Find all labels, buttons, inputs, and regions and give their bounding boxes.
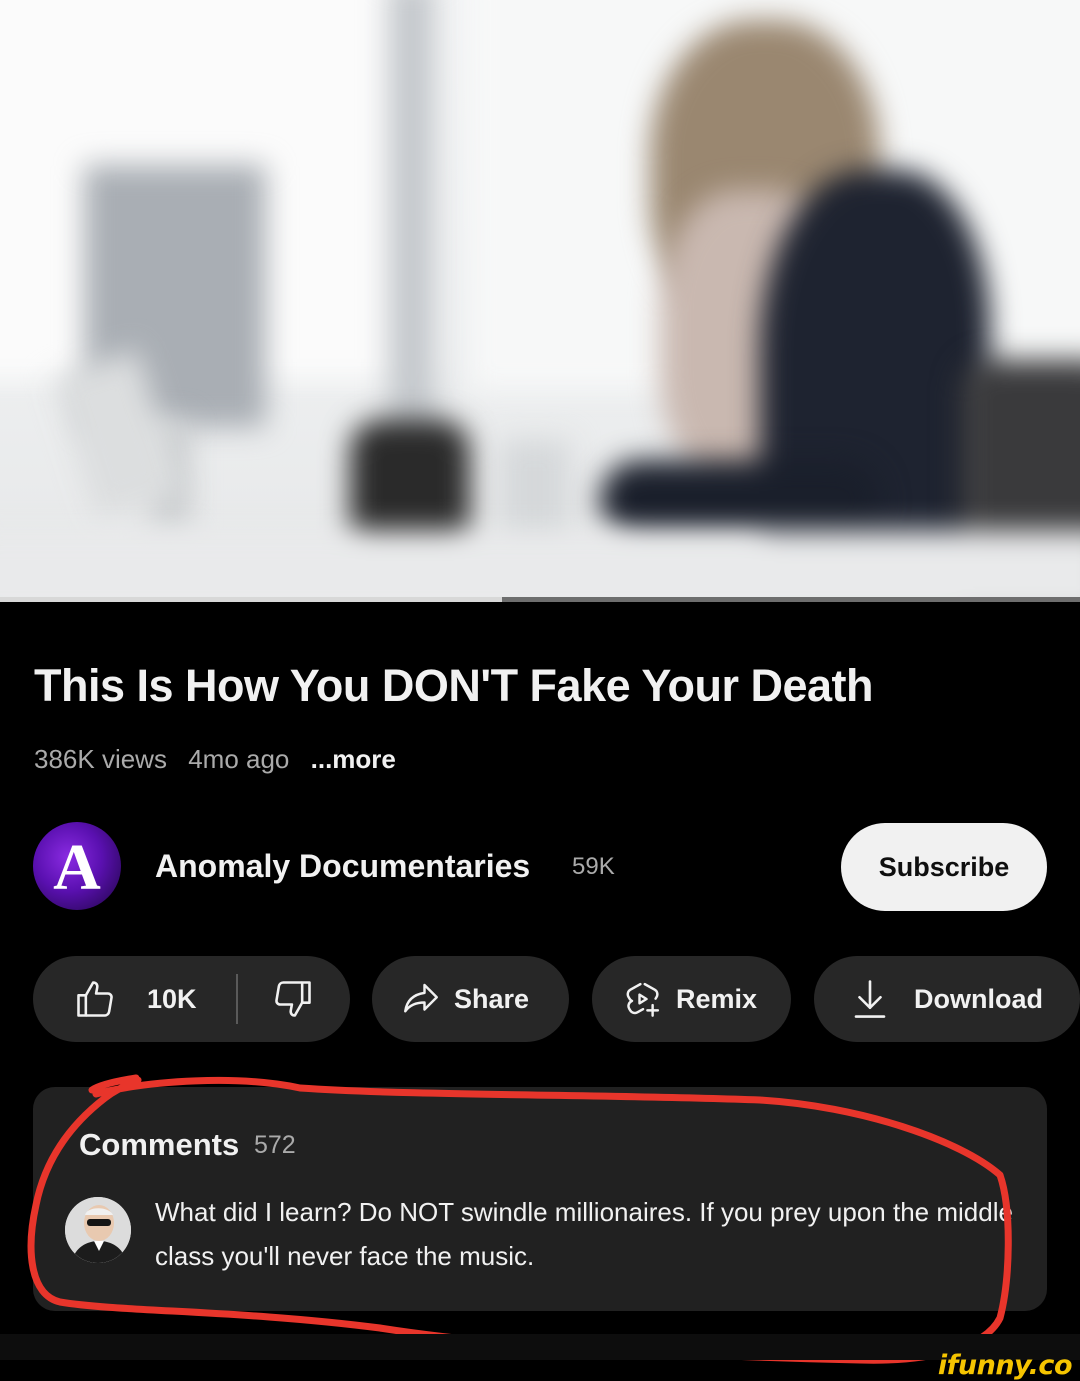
like-button[interactable]: 10K (73, 956, 197, 1042)
like-count: 10K (147, 983, 197, 1014)
bottom-strip (0, 1334, 1080, 1360)
remix-icon (626, 982, 660, 1017)
channel-avatar-letter: A (53, 831, 101, 904)
upload-age: 4mo ago (188, 744, 290, 774)
remix-button[interactable]: Remix (592, 956, 791, 1042)
video-progress-bar[interactable] (0, 597, 1080, 602)
person-arm (600, 460, 880, 540)
dislike-button[interactable] (271, 956, 315, 1042)
comments-heading: Comments (79, 1127, 240, 1162)
thumbs-down-icon (275, 981, 311, 1017)
channel-name[interactable]: Anomaly Documentaries (155, 848, 530, 885)
remix-label: Remix (676, 983, 758, 1014)
channel-avatar[interactable]: A (33, 822, 121, 910)
video-player[interactable] (0, 0, 1080, 600)
ifunny-watermark: ifunny.co (937, 1350, 1073, 1381)
video-meta: 386K views 4mo ago ...more (34, 744, 410, 775)
like-dislike-group: 10K (33, 956, 350, 1042)
commenter-avatar[interactable] (65, 1197, 131, 1263)
share-icon (404, 983, 438, 1013)
share-button[interactable]: Share (372, 956, 569, 1042)
comments-section[interactable]: Comments 572 What did I learn? Do NOT sw… (33, 1087, 1047, 1311)
video-title: This Is How You DON'T Fake Your Death (34, 660, 874, 711)
download-icon (854, 980, 886, 1018)
download-label: Download (914, 983, 1043, 1014)
desk (0, 530, 1080, 600)
like-divider (236, 974, 238, 1024)
download-button[interactable]: Download (814, 956, 1080, 1042)
thumbs-up-icon (77, 981, 113, 1017)
top-comment-text: What did I learn? Do NOT swindle million… (155, 1197, 1013, 1271)
commenter-portrait-icon (65, 1197, 131, 1263)
subscriber-count: 59K (572, 853, 615, 880)
comments-count: 572 (254, 1131, 296, 1159)
more-link[interactable]: ...more (311, 744, 396, 774)
video-progress-fill (0, 597, 503, 602)
share-label: Share (454, 983, 530, 1014)
view-count: 386K views (34, 744, 167, 774)
subscribe-button[interactable]: Subscribe (841, 823, 1047, 911)
